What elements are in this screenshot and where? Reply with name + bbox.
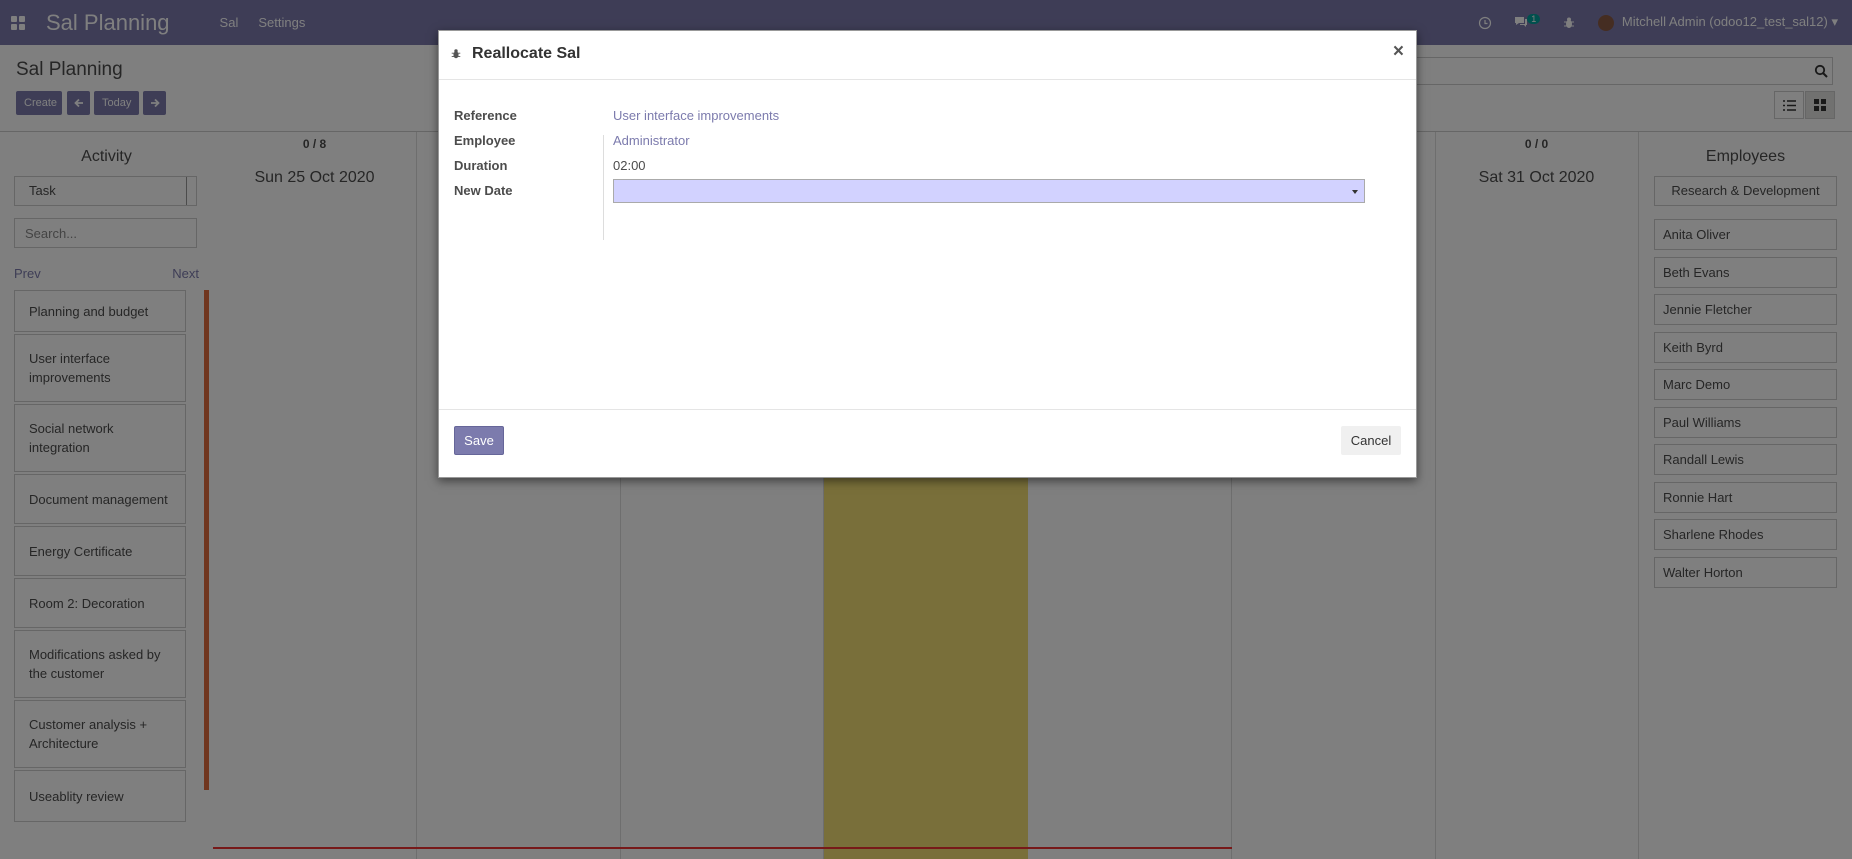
new-date-row: New Date <box>454 179 1404 204</box>
chevron-down-icon <box>1352 190 1358 194</box>
new-date-select[interactable] <box>613 179 1365 203</box>
reallocate-dialog: Reallocate Sal × Reference User interfac… <box>438 30 1417 478</box>
employee-label: Employee <box>454 133 516 148</box>
reference-row: Reference User interface improvements <box>454 104 1404 129</box>
reference-link[interactable]: User interface improvements <box>613 108 779 123</box>
save-button[interactable]: Save <box>454 426 504 455</box>
reference-label: Reference <box>454 108 517 123</box>
employee-row: Employee Administrator <box>454 129 1404 154</box>
dialog-title: Reallocate Sal <box>472 45 581 62</box>
new-date-label: New Date <box>454 183 513 198</box>
reallocate-form: Reference User interface improvements Em… <box>454 104 1404 204</box>
employee-link[interactable]: Administrator <box>613 133 690 148</box>
cancel-button[interactable]: Cancel <box>1341 426 1401 455</box>
duration-value: 02:00 <box>613 158 646 173</box>
close-icon[interactable]: × <box>1393 41 1404 63</box>
duration-label: Duration <box>454 158 508 173</box>
duration-row: Duration 02:00 <box>454 154 1404 179</box>
dialog-footer: Save Cancel <box>439 409 1416 478</box>
bug-icon <box>451 49 461 59</box>
dialog-header: Reallocate Sal × <box>439 31 1416 80</box>
